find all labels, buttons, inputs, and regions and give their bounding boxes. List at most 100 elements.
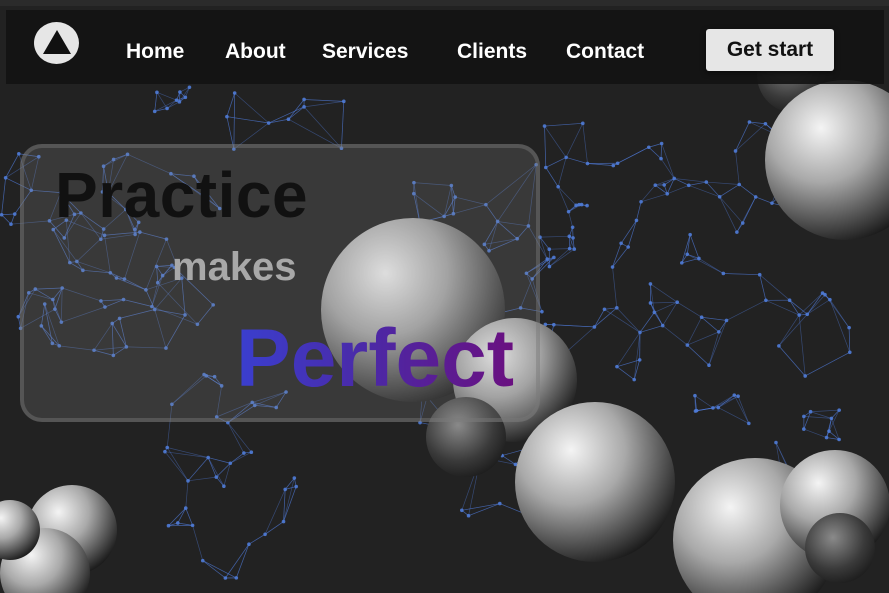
network-node bbox=[648, 301, 653, 305]
network-link bbox=[735, 150, 740, 185]
network-link bbox=[192, 525, 204, 561]
network-node bbox=[763, 121, 768, 126]
network-node bbox=[292, 476, 297, 480]
network-link bbox=[616, 366, 635, 380]
network-link bbox=[604, 309, 641, 333]
network-node bbox=[697, 256, 701, 261]
network-link bbox=[612, 246, 629, 268]
network-link bbox=[549, 248, 570, 250]
nav-clients[interactable]: Clients bbox=[457, 38, 527, 66]
network-link bbox=[565, 123, 584, 158]
network-link bbox=[235, 544, 250, 579]
network-node bbox=[686, 183, 691, 188]
network-node bbox=[652, 310, 657, 315]
network-link bbox=[735, 123, 766, 152]
network-node bbox=[699, 315, 704, 320]
network-link bbox=[719, 196, 744, 224]
nav-home[interactable]: Home bbox=[126, 38, 184, 66]
network-node bbox=[552, 322, 556, 327]
network-node bbox=[619, 241, 623, 246]
network-node bbox=[570, 225, 575, 230]
network-link bbox=[225, 543, 250, 579]
network-link bbox=[557, 157, 567, 187]
network-node bbox=[808, 409, 813, 414]
network-node bbox=[747, 421, 751, 426]
network-link bbox=[719, 196, 738, 233]
get-start-button[interactable]: Get start bbox=[706, 29, 834, 71]
network-node bbox=[732, 393, 737, 397]
network-node bbox=[802, 414, 806, 419]
network-node bbox=[266, 121, 271, 125]
network-node bbox=[675, 300, 680, 305]
network-link bbox=[177, 507, 187, 524]
nav-contact[interactable]: Contact bbox=[566, 38, 644, 66]
network-node bbox=[200, 558, 205, 563]
network-link bbox=[545, 167, 559, 187]
network-node bbox=[17, 151, 21, 156]
network-link bbox=[164, 451, 189, 482]
network-link bbox=[648, 143, 662, 148]
network-link bbox=[681, 234, 691, 263]
nav-services[interactable]: Services bbox=[322, 38, 408, 66]
network-link bbox=[708, 331, 720, 366]
network-node bbox=[639, 200, 643, 204]
network-node bbox=[186, 479, 190, 483]
network-link bbox=[612, 267, 618, 308]
network-node bbox=[542, 124, 547, 128]
network-node bbox=[820, 291, 825, 295]
network-link bbox=[636, 201, 642, 221]
logo[interactable] bbox=[34, 22, 79, 64]
network-link bbox=[233, 92, 236, 150]
network-link bbox=[303, 106, 342, 149]
network-node bbox=[828, 297, 832, 302]
network-node bbox=[770, 201, 774, 205]
nav-about[interactable]: About bbox=[225, 38, 286, 66]
network-node bbox=[152, 109, 157, 114]
network-node bbox=[787, 298, 792, 302]
network-node bbox=[693, 409, 698, 413]
network-link bbox=[803, 428, 827, 438]
network-node bbox=[460, 508, 464, 513]
network-link bbox=[544, 125, 567, 158]
network-link bbox=[268, 106, 305, 124]
top-bar-strip bbox=[0, 0, 889, 6]
network-link bbox=[810, 409, 840, 413]
network-node bbox=[286, 117, 291, 122]
network-link bbox=[708, 320, 727, 366]
network-link bbox=[848, 327, 851, 353]
network-link bbox=[718, 394, 735, 408]
network-link bbox=[686, 234, 691, 255]
network-link bbox=[737, 396, 750, 424]
network-link bbox=[739, 184, 756, 198]
network-link bbox=[660, 158, 675, 179]
network-node bbox=[693, 393, 697, 398]
network-node bbox=[283, 487, 287, 492]
network-node bbox=[176, 521, 180, 525]
network-node bbox=[564, 155, 568, 160]
network-node bbox=[837, 437, 841, 442]
network-node bbox=[574, 203, 578, 208]
network-link bbox=[154, 99, 177, 112]
network-node bbox=[704, 180, 709, 184]
network-link bbox=[5, 153, 20, 178]
network-node bbox=[736, 394, 740, 398]
network-node bbox=[247, 542, 251, 546]
network-node bbox=[847, 325, 851, 330]
network-node bbox=[665, 191, 670, 196]
network-link bbox=[778, 345, 806, 377]
network-node bbox=[797, 313, 801, 317]
network-link bbox=[712, 394, 735, 409]
network-link bbox=[778, 314, 808, 347]
network-link bbox=[1, 214, 12, 225]
network-link bbox=[688, 181, 707, 186]
network-link bbox=[226, 92, 236, 117]
network-link bbox=[230, 451, 252, 464]
network-link bbox=[640, 193, 668, 203]
network-node bbox=[592, 325, 597, 329]
network-link bbox=[557, 186, 569, 212]
network-link bbox=[594, 309, 605, 328]
network-link bbox=[687, 344, 710, 366]
network-node bbox=[659, 156, 663, 161]
network-link bbox=[742, 196, 757, 224]
network-node bbox=[805, 312, 810, 317]
